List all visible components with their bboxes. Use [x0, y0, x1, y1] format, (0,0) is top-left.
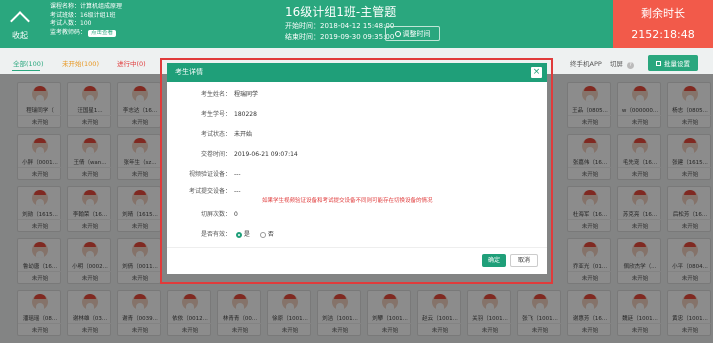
- field-label: 视频验证设备：: [188, 171, 231, 178]
- field-value: 0: [234, 211, 238, 218]
- field-label: 考试状态：: [200, 131, 231, 138]
- batch-settings-label: 批量设置: [664, 60, 690, 68]
- confirm-button[interactable]: 确定: [482, 254, 506, 267]
- course-name: 课程名称：计算机组成原理: [50, 3, 123, 10]
- proctor-label: 监考教师码：: [50, 28, 87, 36]
- field-label: 是否有效：: [200, 231, 231, 238]
- dialog-divider: [167, 247, 547, 248]
- field-label: 考生学号：: [200, 111, 231, 118]
- dialog-title: 考生详情: [175, 68, 203, 76]
- field-value: 未开始: [234, 131, 253, 138]
- student-detail-dialog: 考生详情 × 考生姓名： 程瑞同学 考生学号： 180228 考试状态： 未开始 交卷…: [167, 63, 547, 274]
- batch-settings-button[interactable]: 批量设置: [648, 55, 698, 71]
- remaining-time: 2152:18:48: [631, 28, 695, 41]
- radio-no[interactable]: 否: [259, 229, 274, 238]
- field-label: 考生姓名：: [200, 91, 231, 98]
- collapse-label: 收起: [12, 30, 28, 40]
- active-tab-indicator: [12, 70, 40, 71]
- exam-info: 课程名称：计算机组成原理 考试班级：16级计组1班 考试人数：100 监考教师码…: [50, 3, 122, 37]
- field-submit-device: 考试提交设备： ---: [167, 186, 241, 195]
- radio-unchecked-icon: [259, 231, 266, 238]
- field-value: ---: [234, 171, 241, 178]
- radio-yes[interactable]: 是: [235, 229, 250, 238]
- adjust-time-label: 调整时间: [402, 29, 431, 38]
- close-icon[interactable]: ×: [531, 67, 542, 78]
- toolbar-hint: 终手机APP 切屏 ?: [570, 58, 634, 69]
- field-value: 180228: [234, 111, 257, 118]
- hint-text: 终手机APP: [570, 60, 602, 68]
- proctor-code: 监考教师码： 点击查看: [50, 29, 122, 38]
- settings-icon: [656, 60, 661, 66]
- field-name: 考生姓名： 程瑞同学: [167, 89, 258, 98]
- start-time: 开始时间：2018-04-12 15:48:00: [285, 22, 395, 30]
- radio-no-label: 否: [267, 231, 274, 238]
- field-value: ---: [234, 188, 241, 195]
- device-warning: 如果学生视频验证设备和考试提交设备不同则可能存在切换设备的情况: [262, 198, 433, 204]
- field-value: 2019-06-21 09:07:14: [234, 151, 298, 158]
- chevron-up-icon: [10, 10, 30, 31]
- exam-class: 考试班级：16级计组1班: [50, 11, 116, 19]
- tab-in-progress[interactable]: 进行中(0): [117, 58, 146, 68]
- dialog-header: 考生详情 ×: [167, 63, 547, 82]
- collapse-button[interactable]: 收起: [0, 0, 40, 48]
- cancel-button[interactable]: 取消: [510, 254, 538, 267]
- view-code-button[interactable]: 点击查看: [88, 29, 117, 37]
- field-verify-device: 视频验证设备： ---: [167, 169, 241, 178]
- field-exam-status: 考试状态： 未开始: [167, 129, 252, 138]
- field-label: 考试提交设备：: [188, 188, 231, 195]
- field-student-id: 考生学号： 180228: [167, 109, 257, 118]
- field-label: 交卷时间：: [200, 151, 231, 158]
- clock-icon: [394, 30, 401, 37]
- exam-times: 开始时间：2018-04-12 15:48:00 结束时间：2019-09-30…: [285, 21, 394, 43]
- field-valid: 是否有效： 是 否: [167, 229, 274, 238]
- radio-checked-icon: [235, 231, 242, 238]
- exam-count: 考试人数：100: [50, 20, 92, 27]
- switch-screen-label: 切屏: [609, 60, 623, 68]
- field-switch-count: 切屏次数： 0: [167, 209, 238, 218]
- remaining-label: 剩余时长: [641, 7, 685, 20]
- exam-title: 16级计组1班-主管题: [285, 5, 397, 19]
- radio-yes-label: 是: [243, 231, 250, 238]
- adjust-time-button[interactable]: 调整时间: [385, 26, 440, 41]
- tab-not-started[interactable]: 未开始(100): [62, 58, 99, 68]
- help-icon[interactable]: ?: [626, 62, 634, 69]
- field-submit-time: 交卷时间： 2019-06-21 09:07:14: [167, 149, 298, 158]
- field-label: 切屏次数：: [200, 211, 231, 218]
- tab-all[interactable]: 全部(100): [13, 58, 43, 68]
- top-header: 收起 课程名称：计算机组成原理 考试班级：16级计组1班 考试人数：100 监考…: [0, 0, 713, 48]
- remaining-time-panel: 剩余时长 2152:18:48: [613, 0, 713, 48]
- end-time: 结束时间：2019-09-30 09:35:00: [285, 33, 395, 41]
- field-value: 程瑞同学: [234, 91, 259, 98]
